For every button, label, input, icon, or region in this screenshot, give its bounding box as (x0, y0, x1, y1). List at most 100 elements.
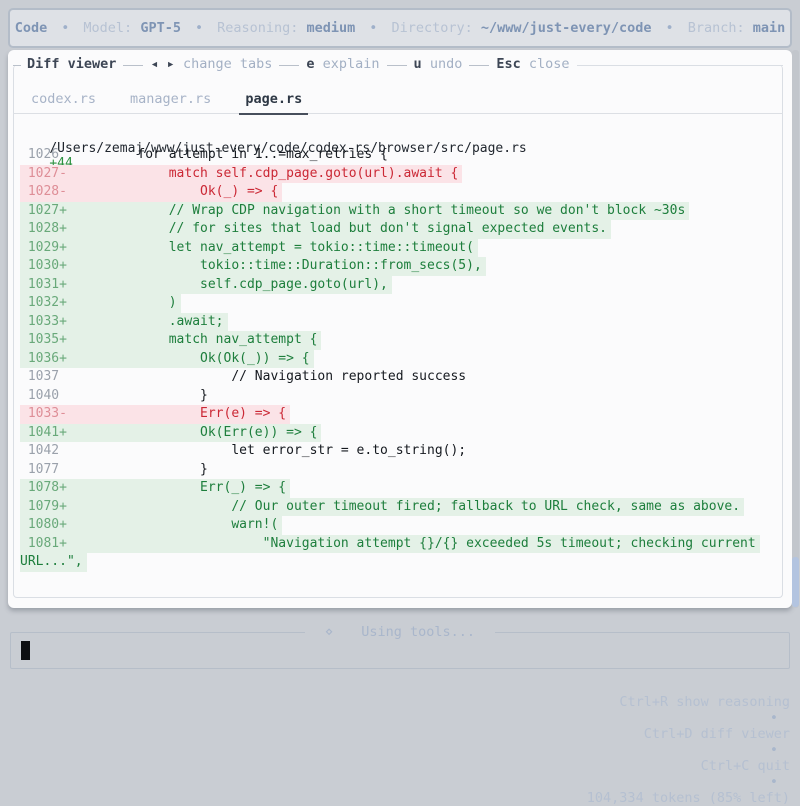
diff-row: 1033- Err(e) => { (20, 405, 782, 424)
diff-viewer-hint: Ctrl+D diff viewer (643, 726, 790, 742)
session-status-bar: Code • Model: GPT-5 • Reasoning: medium … (8, 8, 792, 48)
branch-value: main (752, 20, 786, 36)
diff-row: 1033+ .await; (20, 312, 782, 331)
chat-input-box[interactable]: ⋄ Using tools... (10, 624, 790, 669)
quit-hint: Ctrl+C quit (700, 758, 790, 774)
code-text: Err(e) => { (66, 406, 287, 421)
border-segment (576, 64, 783, 66)
explain-key[interactable]: e (306, 56, 314, 72)
separator-dot: • (194, 20, 204, 36)
diff-row: 1032+ ) (20, 294, 782, 313)
border-segment (386, 64, 407, 66)
change-tabs-arrows-icon[interactable]: ◂ ▸ (150, 56, 174, 72)
code-text: URL...", (20, 554, 83, 569)
line-number: 1027- (20, 165, 67, 181)
diff-row: 1027+ // Wrap CDP navigation with a shor… (20, 201, 782, 220)
code-text: tokio::time::Duration::from_secs(5), (66, 258, 482, 273)
diff-row: 1026 for attempt in 1..=max_retries { (20, 146, 782, 165)
separator-dot: • (769, 742, 778, 758)
code-text: Ok(Ok(_)) => { (66, 350, 310, 366)
tab-manager.rs[interactable]: manager.rs (128, 91, 213, 113)
diff-content[interactable]: 1026 for attempt in 1..=max_retries { 10… (20, 146, 782, 596)
code-text: match nav_attempt { (66, 332, 318, 347)
diff-row: 1041+ Ok(Err(e)) => { (20, 423, 782, 442)
tab-page.rs[interactable]: page.rs (239, 91, 309, 115)
diff-row: 1031+ self.cdp_page.goto(url), (20, 275, 782, 294)
line-number: 1027+ (20, 202, 67, 218)
border-segment (469, 64, 490, 66)
status-text: Using tools... (351, 624, 486, 640)
line-number: 1028- (20, 184, 67, 199)
scrollbar-track[interactable] (792, 50, 799, 608)
model-value: GPT-5 (140, 20, 181, 36)
line-number: 1042 (20, 443, 67, 458)
line-number: 1035+ (20, 332, 67, 347)
line-number: 1030+ (20, 258, 67, 273)
line-number: 1031+ (20, 276, 67, 292)
code-text: let nav_attempt = tokio::time::timeout( (66, 239, 474, 255)
diff-row: 1042 let error_str = e.to_string(); (20, 442, 782, 461)
diff-row: 1078+ Err(_) => { (20, 479, 782, 498)
reasoning-label: Reasoning: (217, 20, 299, 36)
model-label: Model: (83, 20, 133, 36)
undo-key[interactable]: u (414, 56, 422, 72)
line-number: 1029+ (20, 239, 67, 255)
line-number: 1079+ (20, 498, 67, 514)
border-segment (123, 64, 144, 66)
code-text: // for sites that load but don't signal … (66, 221, 608, 236)
code-text: for attempt in 1..=max_retries { (66, 147, 388, 162)
line-number: 1040 (20, 387, 67, 403)
diff-viewer-panel: Diff viewer ◂ ▸ change tabs e explain u … (8, 50, 792, 608)
diff-row: 1079+ // Our outer timeout fired; fallba… (20, 497, 782, 516)
code-text: match self.cdp_page.goto(url).await { (66, 165, 459, 181)
reasoning-hint: Ctrl+R show reasoning (619, 694, 790, 710)
file-tabs: codex.rs manager.rs page.rs (13, 88, 783, 115)
separator-dot: • (61, 20, 70, 36)
diff-row: 1040 } (20, 387, 782, 406)
code-text: warn!( (66, 517, 279, 532)
scrollbar-thumb[interactable] (792, 557, 799, 607)
diff-row: 1080+ warn!( (20, 516, 782, 535)
line-number: 1036+ (20, 350, 67, 366)
diff-row: 1035+ match nav_attempt { (20, 331, 782, 350)
diff-row: 1030+ tokio::time::Duration::from_secs(5… (20, 257, 782, 276)
separator-dot: • (769, 774, 778, 790)
code-text: Err(_) => { (66, 480, 287, 495)
token-usage: 104,334 tokens (85% left) (586, 790, 790, 806)
footer-hint-bar: Ctrl+R show reasoning • Ctrl+D diff view… (0, 678, 790, 806)
diff-row: 1077 } (20, 461, 782, 480)
branch-label: Branch: (687, 20, 745, 36)
directory-label: Directory: (391, 20, 473, 36)
code-text: self.cdp_page.goto(url), (66, 276, 388, 292)
line-number: 1028+ (20, 221, 67, 236)
line-number: 1080+ (20, 517, 67, 532)
separator-dot: • (369, 20, 378, 36)
tab-codex.rs[interactable]: codex.rs (29, 91, 98, 113)
code-text: ) (66, 295, 177, 310)
undo-label: undo (429, 56, 463, 72)
line-number: 1037 (20, 369, 67, 384)
line-number: 1033- (20, 406, 67, 421)
diff-row: 1036+ Ok(Ok(_)) => { (20, 349, 782, 368)
code-text: // Our outer timeout fired; fallback to … (66, 498, 741, 514)
change-tabs-label: change tabs (182, 56, 273, 72)
line-number: 1041+ (20, 424, 67, 440)
close-key[interactable]: Esc (496, 56, 520, 72)
app-name: Code (14, 20, 48, 36)
close-label: close (528, 56, 570, 72)
line-number: 1026 (20, 147, 67, 162)
line-number: 1081+ (20, 535, 67, 551)
directory-value: ~/www/just-every/code (480, 20, 652, 36)
line-number: 1033+ (20, 313, 67, 329)
diff-row: 1028- Ok(_) => { (20, 183, 782, 202)
diamond-icon: ⋄ (314, 624, 344, 640)
code-text: "Navigation attempt {}/{} exceeded 5s ti… (66, 535, 756, 551)
status-legend: ⋄ Using tools... (11, 624, 789, 640)
line-number: 1077 (20, 461, 67, 477)
separator-dot: • (665, 20, 674, 36)
change-tabs-hint (175, 56, 183, 72)
code-text: // Navigation reported success (66, 369, 467, 384)
